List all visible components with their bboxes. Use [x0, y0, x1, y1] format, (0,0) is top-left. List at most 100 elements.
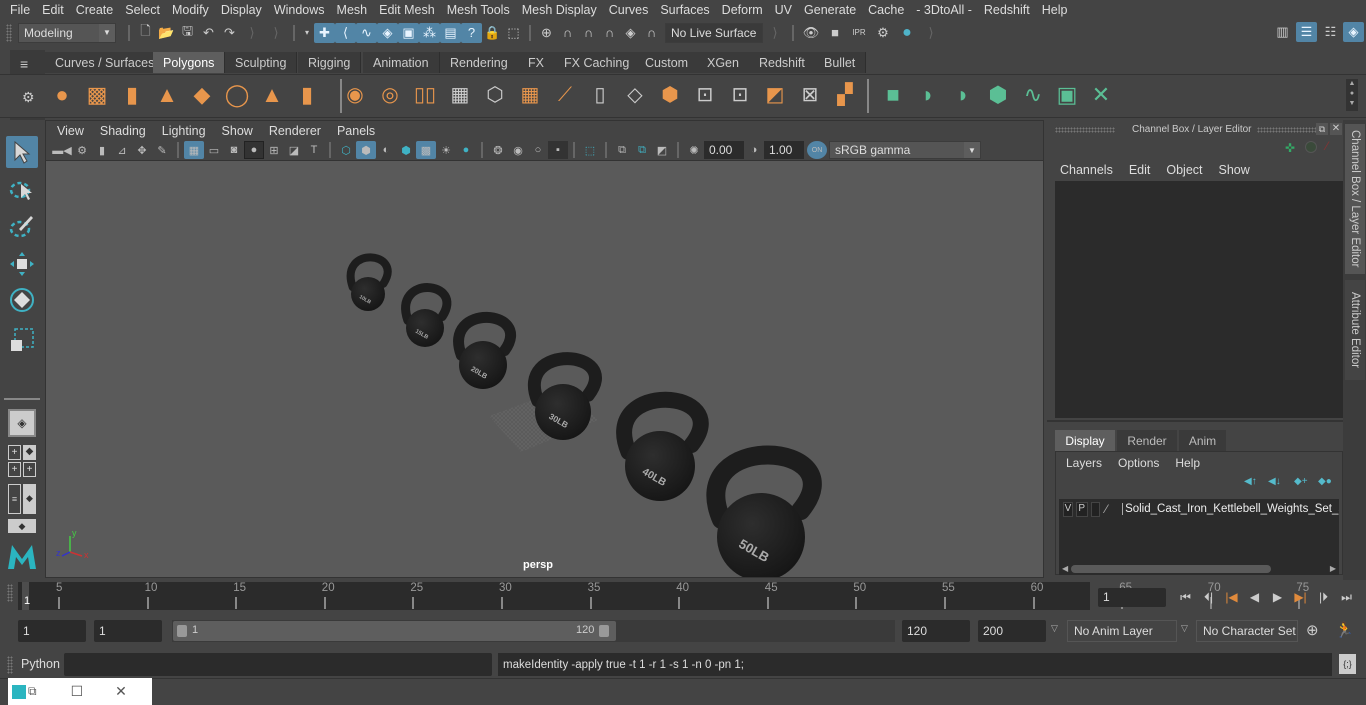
restore-icon[interactable]: ⧉ — [28, 684, 37, 699]
layer-tab-display[interactable]: Display — [1055, 430, 1115, 451]
redo-icon[interactable]: ↷ — [219, 23, 240, 43]
target-weld-icon[interactable]: ◩ — [760, 80, 790, 110]
use-default-material-icon[interactable]: ◐ — [376, 141, 396, 159]
gate-mask-icon[interactable]: ● — [244, 141, 264, 159]
drag-grip[interactable] — [1257, 127, 1317, 133]
shelf-tab-rendering[interactable]: Rendering — [440, 52, 519, 73]
help-icon[interactable]: ? — [461, 22, 482, 43]
paint-select-icon[interactable] — [6, 210, 38, 242]
lasso-tool-icon[interactable] — [6, 174, 38, 206]
layer-tab-anim[interactable]: Anim — [1179, 430, 1226, 451]
menu-mesh-display[interactable]: Mesh Display — [516, 3, 603, 17]
menu-uv[interactable]: UV — [769, 3, 798, 17]
move-tool-icon[interactable] — [6, 248, 38, 280]
color-space-dropdown[interactable]: sRGB gamma ▼ — [829, 141, 981, 159]
step-back-icon[interactable]: ⏴| — [1197, 587, 1220, 607]
persp-graph-layout-icon[interactable]: ◆ — [6, 516, 38, 536]
range-start-handle[interactable] — [177, 625, 187, 637]
poly-cube-icon[interactable]: ▩ — [82, 80, 112, 110]
combine-icon[interactable]: ◉ — [340, 80, 370, 110]
step-forward-icon[interactable]: |⏵ — [1312, 587, 1335, 607]
manipulator-icon[interactable]: ✜ — [1285, 141, 1295, 155]
move-layer-down-icon[interactable]: ◀↓ — [1268, 476, 1281, 487]
layer-menu-options[interactable]: Options — [1110, 456, 1167, 470]
xray-icon[interactable]: ⧉ — [612, 141, 632, 159]
collapse-arrow-icon[interactable]: ⟩ — [919, 23, 943, 43]
move-layer-up-icon[interactable]: ◀↑ — [1244, 476, 1257, 487]
command-input[interactable] — [64, 653, 492, 676]
snap-surface-icon[interactable]: ∩ — [641, 23, 662, 43]
chevron-down-icon[interactable]: ▽ — [1051, 623, 1058, 634]
ipr-render-icon[interactable]: IPR — [847, 23, 871, 43]
vp-menu-show[interactable]: Show — [214, 124, 261, 138]
bevel-icon[interactable]: ⬡ — [480, 80, 510, 110]
menu-edit-mesh[interactable]: Edit Mesh — [373, 3, 441, 17]
mirror-icon[interactable]: ▯▯ — [410, 80, 440, 110]
drag-grip[interactable] — [6, 23, 12, 42]
menu-edit[interactable]: Edit — [36, 3, 70, 17]
kettlebell[interactable]: 40LB — [616, 391, 709, 501]
undo-icon[interactable]: ↶ — [198, 23, 219, 43]
render-settings-icon[interactable]: ⚙ — [871, 23, 895, 43]
next-key-icon[interactable]: ▶| — [1289, 587, 1312, 607]
lock-icon[interactable]: 🔒 — [482, 23, 503, 43]
select-vertex-icon[interactable]: ◈ — [377, 22, 398, 43]
shelf-tab-xgen[interactable]: XGen — [697, 52, 750, 73]
shelf-scroll[interactable]: ▲ ● ▼ — [1346, 79, 1358, 111]
shelf-tab-custom[interactable]: Custom — [635, 52, 700, 73]
image-plane-icon[interactable]: ⊿ — [112, 141, 132, 159]
poly-pipe-icon[interactable]: ▮ — [292, 80, 322, 110]
grid-icon[interactable]: ▦ — [184, 141, 204, 159]
new-layer-icon[interactable]: ◆+ — [1294, 476, 1308, 487]
automatic-uv-icon[interactable]: ⬢ — [983, 80, 1013, 110]
snap-live-icon[interactable]: ◈ — [620, 23, 641, 43]
anim-layer-dropdown[interactable]: No Anim Layer — [1067, 620, 1177, 642]
rotate-tool-icon[interactable] — [6, 284, 38, 316]
poly-plane-icon[interactable]: ◆ — [187, 80, 217, 110]
snap-point-icon[interactable]: ∩ — [578, 23, 599, 43]
collapse-arrow-icon[interactable]: ⟩ — [240, 23, 264, 43]
menu-generate[interactable]: Generate — [798, 3, 862, 17]
kettlebell[interactable]: 30LB — [528, 352, 602, 440]
gear-icon[interactable]: ⚙ — [22, 89, 35, 106]
cb-menu-edit[interactable]: Edit — [1121, 163, 1159, 177]
camera-attributes-icon[interactable]: ⚙ — [72, 141, 92, 159]
select-component-icon[interactable]: ∿ — [356, 22, 377, 43]
modeling-toolkit-icon[interactable]: ▥ — [1272, 22, 1293, 42]
fill-hole-icon[interactable]: ▞ — [830, 80, 860, 110]
vp-menu-renderer[interactable]: Renderer — [261, 124, 329, 138]
hyper-icon[interactable]: ⁄ — [1326, 139, 1328, 153]
drag-grip[interactable] — [1055, 127, 1115, 133]
collapse-arrow-icon[interactable]: ⟩ — [763, 23, 787, 43]
select-uv-icon[interactable]: ⁂ — [419, 22, 440, 43]
range-end-handle[interactable] — [599, 625, 609, 637]
layer-hscrollbar[interactable]: ◀ ▶ — [1059, 562, 1339, 575]
play-forward-icon[interactable]: ▶ — [1266, 587, 1289, 607]
new-scene-icon[interactable]: 🗋 — [135, 23, 156, 43]
vp-menu-panels[interactable]: Panels — [329, 124, 383, 138]
scene-start-field[interactable]: 1 — [18, 620, 86, 642]
menu-cache[interactable]: Cache — [862, 3, 910, 17]
side-tab-attribute-editor[interactable]: Attribute Editor — [1345, 280, 1365, 380]
subdivide-icon[interactable]: ▦ — [515, 80, 545, 110]
menu-file[interactable]: File — [4, 3, 36, 17]
snap-view-icon[interactable]: ∩ — [599, 23, 620, 43]
go-to-end-icon[interactable]: ⏭ — [1335, 587, 1358, 607]
menu-help[interactable]: Help — [1036, 3, 1074, 17]
kettlebell[interactable]: 50LB — [706, 445, 822, 581]
kettlebell[interactable]: 10LB — [346, 253, 392, 311]
layer-menu-layers[interactable]: Layers — [1056, 456, 1110, 470]
tool-settings-icon[interactable]: ☷ — [1320, 22, 1341, 42]
safe-action-icon[interactable]: ◪ — [284, 141, 304, 159]
go-to-start-icon[interactable]: ⏮ — [1174, 587, 1197, 607]
menu-display[interactable]: Display — [215, 3, 268, 17]
scroll-right-icon[interactable]: ▶ — [1330, 564, 1336, 573]
layer-name[interactable]: Solid_Cast_Iron_Kettlebell_Weights_Set_5… — [1122, 503, 1339, 515]
unfold-uv-icon[interactable]: ✕ — [1086, 80, 1116, 110]
layer-tab-render[interactable]: Render — [1117, 430, 1177, 451]
menu-windows[interactable]: Windows — [268, 3, 331, 17]
playback-end-field[interactable]: 120 — [902, 620, 970, 642]
new-layer-selected-icon[interactable]: ◆● — [1318, 476, 1332, 487]
scroll-left-icon[interactable]: ◀ — [1062, 564, 1068, 573]
use-all-lights-icon[interactable]: ☀ — [436, 141, 456, 159]
